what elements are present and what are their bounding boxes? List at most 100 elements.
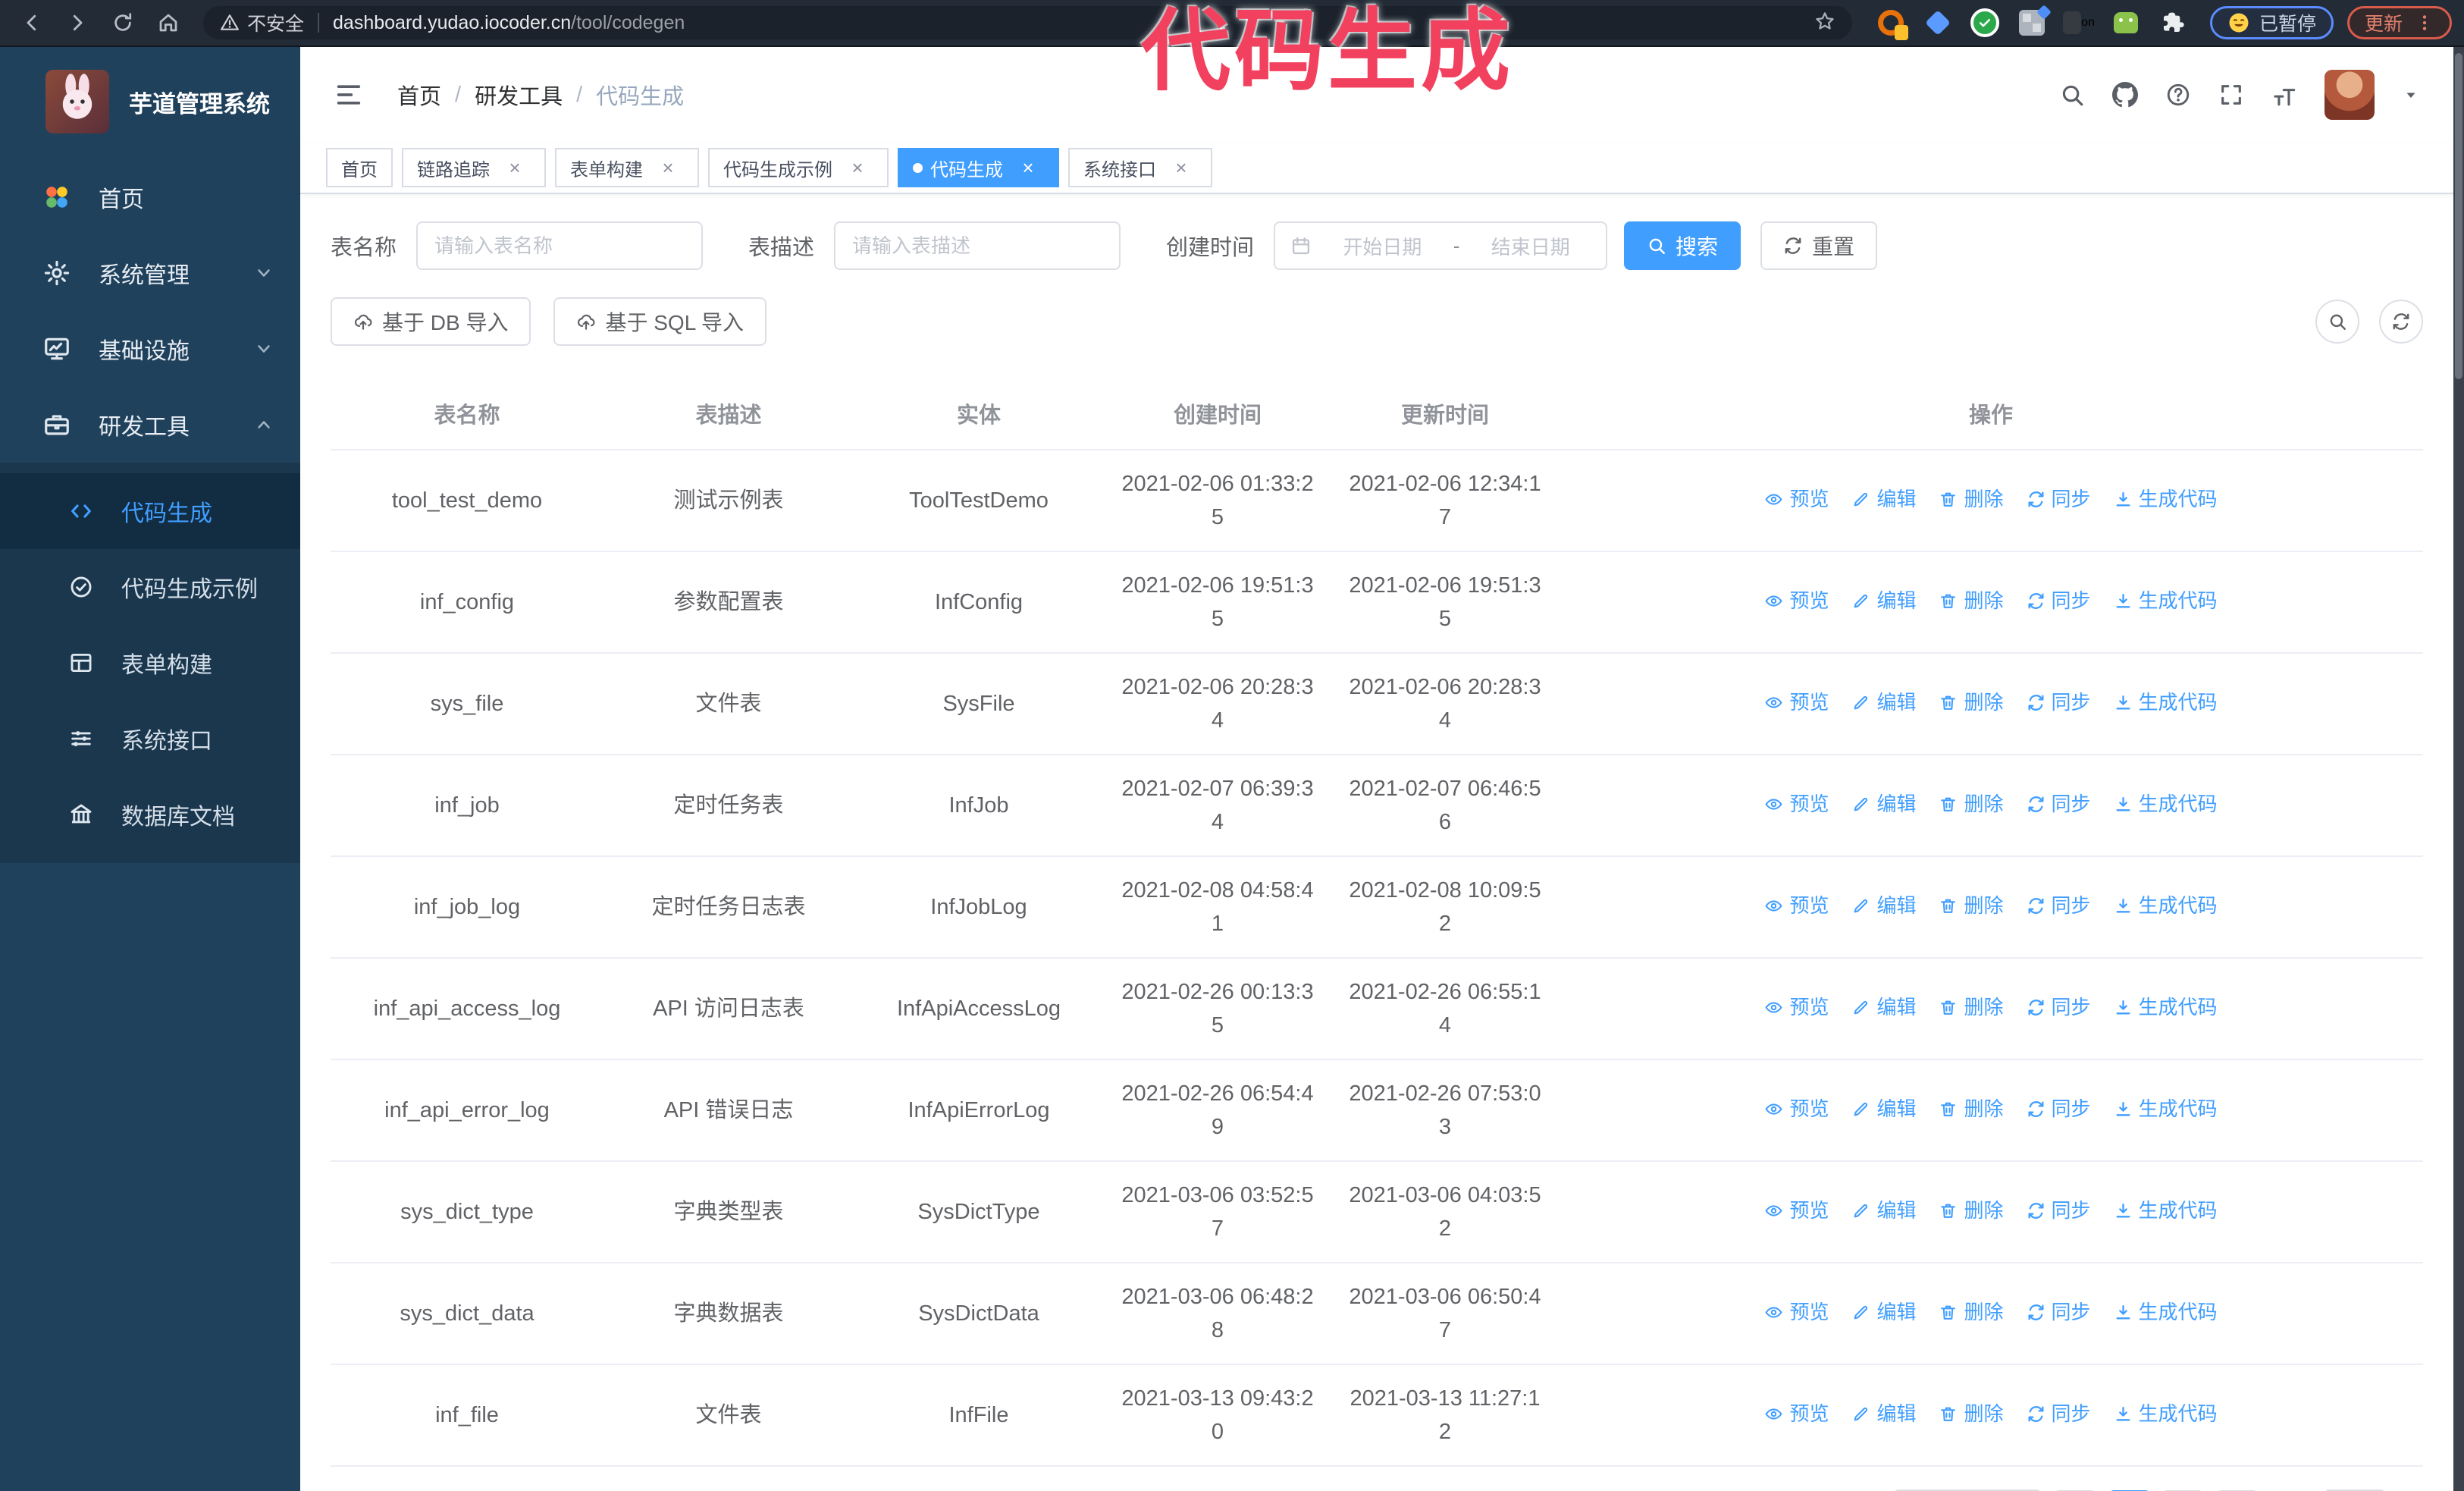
browser-back-icon[interactable] <box>12 3 52 42</box>
extension-icon-grid[interactable] <box>2016 5 2052 40</box>
sidebar-logo[interactable]: 芋道管理系统 <box>0 47 300 159</box>
action-delete[interactable]: 删除 <box>1939 1194 2004 1227</box>
user-menu-caret-icon[interactable] <box>2402 86 2420 104</box>
breadcrumb-item[interactable]: 首页 <box>397 79 441 111</box>
action-edit[interactable]: 编辑 <box>1851 787 1916 821</box>
sidebar-subitem[interactable]: 系统接口 <box>0 701 300 777</box>
sql-import-button[interactable]: 基于 SQL 导入 <box>553 297 767 346</box>
action-preview[interactable]: 预览 <box>1764 686 1829 719</box>
action-generate[interactable]: 生成代码 <box>2114 1092 2218 1125</box>
action-generate[interactable]: 生成代码 <box>2114 686 2218 719</box>
browser-reload-icon[interactable] <box>103 3 143 42</box>
paused-badge[interactable]: 已暂停 <box>2209 6 2334 39</box>
action-sync[interactable]: 同步 <box>2027 1194 2091 1227</box>
sidebar-item[interactable]: 系统管理 <box>0 235 300 311</box>
action-delete[interactable]: 删除 <box>1939 1295 2004 1329</box>
action-edit[interactable]: 编辑 <box>1851 584 1916 617</box>
sidebar-subitem[interactable]: 代码生成示例 <box>0 549 300 625</box>
action-delete[interactable]: 删除 <box>1939 990 2004 1024</box>
close-icon[interactable]: × <box>842 150 873 185</box>
search-button[interactable]: 搜索 <box>1624 221 1741 270</box>
action-delete[interactable]: 删除 <box>1939 1397 2004 1430</box>
action-generate[interactable]: 生成代码 <box>2114 584 2218 617</box>
extension-icon-gem[interactable] <box>1922 5 1954 40</box>
action-sync[interactable]: 同步 <box>2027 1295 2091 1329</box>
action-sync[interactable]: 同步 <box>2027 1092 2091 1125</box>
action-preview[interactable]: 预览 <box>1764 1194 1829 1227</box>
github-icon[interactable] <box>2112 82 2138 108</box>
user-avatar[interactable] <box>2324 70 2375 120</box>
action-preview[interactable]: 预览 <box>1764 1295 1829 1329</box>
fullscreen-icon[interactable] <box>2218 82 2244 108</box>
action-edit[interactable]: 编辑 <box>1851 990 1916 1024</box>
help-icon[interactable] <box>2165 82 2191 108</box>
action-edit[interactable]: 编辑 <box>1851 889 1916 922</box>
refresh-table-button[interactable] <box>2379 300 2423 344</box>
action-sync[interactable]: 同步 <box>2027 889 2091 922</box>
action-preview[interactable]: 预览 <box>1764 787 1829 821</box>
sidebar-subitem[interactable]: 表单构建 <box>0 625 300 701</box>
action-sync[interactable]: 同步 <box>2027 1397 2091 1430</box>
extension-icon-switch[interactable]: on <box>2062 5 2095 40</box>
hamburger-icon[interactable] <box>334 80 364 110</box>
action-generate[interactable]: 生成代码 <box>2114 1397 2218 1430</box>
action-sync[interactable]: 同步 <box>2027 482 2091 516</box>
action-sync[interactable]: 同步 <box>2027 787 2091 821</box>
action-preview[interactable]: 预览 <box>1764 1092 1829 1125</box>
action-preview[interactable]: 预览 <box>1764 1397 1829 1430</box>
action-edit[interactable]: 编辑 <box>1851 686 1916 719</box>
tab-item[interactable]: 首页 <box>326 148 393 187</box>
action-delete[interactable]: 删除 <box>1939 686 2004 719</box>
action-delete[interactable]: 删除 <box>1939 787 2004 821</box>
action-edit[interactable]: 编辑 <box>1851 1092 1916 1125</box>
address-bar[interactable]: 不安全 dashboard.yudao.iocoder.cn/tool/code… <box>203 6 1852 39</box>
action-sync[interactable]: 同步 <box>2027 686 2091 719</box>
toggle-search-button[interactable] <box>2315 300 2359 344</box>
close-icon[interactable]: × <box>499 150 531 185</box>
action-generate[interactable]: 生成代码 <box>2114 1295 2218 1329</box>
action-delete[interactable]: 删除 <box>1939 482 2004 516</box>
action-preview[interactable]: 预览 <box>1764 889 1829 922</box>
reset-button[interactable]: 重置 <box>1760 221 1878 270</box>
action-delete[interactable]: 删除 <box>1939 1092 2004 1125</box>
action-generate[interactable]: 生成代码 <box>2114 787 2218 821</box>
close-icon[interactable]: × <box>652 150 684 185</box>
tab-item[interactable]: 代码生成示例 × <box>708 148 889 187</box>
extension-icon-green-check[interactable] <box>1969 5 2001 40</box>
action-preview[interactable]: 预览 <box>1764 584 1829 617</box>
action-edit[interactable]: 编辑 <box>1851 1295 1916 1329</box>
action-preview[interactable]: 预览 <box>1764 482 1829 516</box>
action-generate[interactable]: 生成代码 <box>2114 889 2218 922</box>
action-generate[interactable]: 生成代码 <box>2114 482 2218 516</box>
sidebar-subitem[interactable]: 代码生成 <box>0 473 300 549</box>
sidebar-item[interactable]: 首页 <box>0 159 300 235</box>
browser-forward-icon[interactable] <box>58 3 97 42</box>
close-icon[interactable]: × <box>1012 150 1044 185</box>
sidebar-subitem[interactable]: 数据库文档 <box>0 777 300 852</box>
action-edit[interactable]: 编辑 <box>1851 1194 1916 1227</box>
extension-icon-orange[interactable] <box>1875 5 1908 40</box>
tab-item[interactable]: 代码生成 × <box>898 148 1059 187</box>
font-size-icon[interactable] <box>2271 82 2297 108</box>
extension-icon-android[interactable] <box>2110 5 2142 40</box>
action-edit[interactable]: 编辑 <box>1851 1397 1916 1430</box>
search-icon[interactable] <box>2059 82 2085 108</box>
browser-menu-icon[interactable] <box>2415 13 2434 33</box>
sidebar-item[interactable]: 基础设施 <box>0 311 300 387</box>
tab-item[interactable]: 系统接口 × <box>1068 148 1212 187</box>
close-icon[interactable]: × <box>1165 150 1197 185</box>
breadcrumb-item[interactable]: 研发工具 <box>475 79 563 111</box>
bookmark-star-icon[interactable] <box>1814 11 1835 36</box>
action-delete[interactable]: 删除 <box>1939 584 2004 617</box>
action-sync[interactable]: 同步 <box>2027 584 2091 617</box>
browser-home-icon[interactable] <box>149 3 188 42</box>
extensions-puzzle-icon[interactable] <box>2157 5 2189 40</box>
db-import-button[interactable]: 基于 DB 导入 <box>331 297 531 346</box>
action-preview[interactable]: 预览 <box>1764 990 1829 1024</box>
action-edit[interactable]: 编辑 <box>1851 482 1916 516</box>
action-delete[interactable]: 删除 <box>1939 889 2004 922</box>
security-indicator[interactable]: 不安全 <box>220 9 304 36</box>
sidebar-item[interactable]: 研发工具 <box>0 387 300 463</box>
action-generate[interactable]: 生成代码 <box>2114 1194 2218 1227</box>
update-badge[interactable]: 更新 <box>2346 6 2452 39</box>
